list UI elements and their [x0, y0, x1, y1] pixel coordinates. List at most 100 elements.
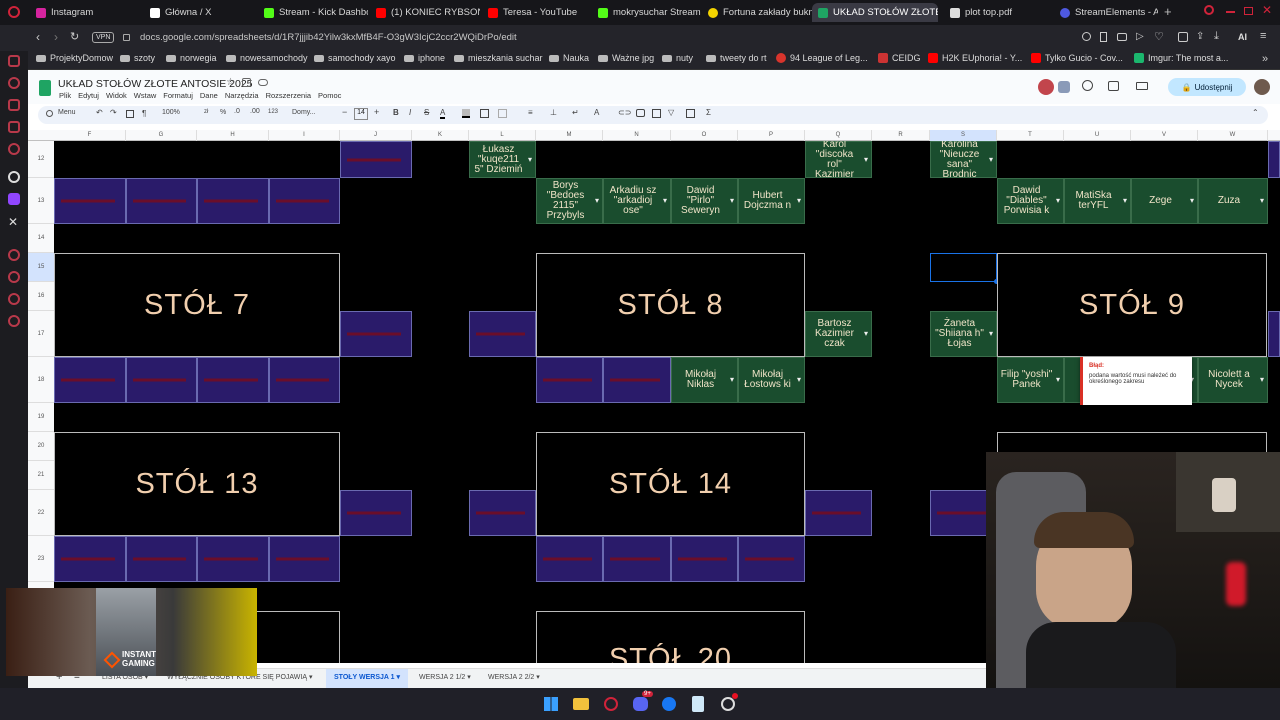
column-header[interactable]: L — [469, 130, 536, 141]
browser-tab[interactable]: Teresa - YouTube — [482, 3, 592, 22]
seat-cell[interactable] — [340, 311, 412, 357]
seat-cell[interactable] — [126, 536, 197, 582]
star-icon[interactable]: ☆ — [226, 77, 235, 88]
seat-cell[interactable] — [603, 357, 671, 403]
table-block[interactable]: STÓŁ 7 — [54, 253, 340, 357]
guest-dropdown[interactable]: Karol "discoka rol" Kazimier — [805, 141, 872, 179]
seat-cell[interactable] — [54, 536, 126, 582]
collapse-toolbar-icon[interactable]: ⌃ — [1252, 108, 1259, 117]
twitch-icon[interactable] — [8, 193, 20, 205]
row-header[interactable]: 23 — [28, 536, 54, 582]
font-size-increase[interactable]: + — [374, 107, 379, 117]
browser-tab[interactable]: Główna / X — [144, 3, 254, 22]
paint-format-icon[interactable]: ¶ — [142, 109, 146, 118]
bookmark-folder[interactable]: ProjektyDomow — [36, 53, 113, 63]
column-header[interactable]: I — [269, 130, 340, 141]
reload-icon[interactable]: ↻ — [70, 30, 79, 43]
bookmark-folder[interactable]: tweety do rt — [706, 53, 767, 63]
text-rotation-icon[interactable]: A — [594, 108, 599, 117]
guest-dropdown[interactable]: Karolina "Nieucze sana" Brodnic — [930, 141, 997, 179]
bookmark-link[interactable]: CEIDG — [878, 53, 921, 63]
heart-icon[interactable]: ♡ — [1154, 30, 1164, 43]
bookmarks-more-icon[interactable]: » — [1262, 53, 1268, 65]
column-header[interactable]: U — [1064, 130, 1131, 141]
currency-button[interactable]: zł — [204, 109, 208, 115]
bookmark-folder[interactable]: norwegia — [166, 53, 217, 63]
column-header[interactable]: W — [1198, 130, 1268, 141]
chatgpt-icon[interactable] — [8, 171, 20, 183]
row-header[interactable]: 13 — [28, 178, 54, 224]
seat-cell[interactable] — [671, 536, 738, 582]
seat-cell[interactable] — [469, 490, 536, 536]
bold-icon[interactable]: B — [393, 108, 399, 117]
search-tabs-icon[interactable] — [1204, 5, 1214, 15]
seat-cell[interactable] — [603, 536, 671, 582]
column-header[interactable]: M — [536, 130, 603, 141]
row-header[interactable]: 14 — [28, 224, 54, 253]
column-header[interactable]: V — [1131, 130, 1198, 141]
column-header[interactable]: P — [738, 130, 805, 141]
row-header[interactable]: 12 — [28, 141, 54, 178]
column-header[interactable]: N — [603, 130, 671, 141]
guest-dropdown[interactable]: Nicolett a Nycek — [1198, 357, 1268, 403]
seat-cell[interactable] — [269, 357, 340, 403]
seat-cell[interactable] — [1268, 311, 1280, 357]
bookmark-folder[interactable]: nowesamochody — [226, 53, 308, 63]
settings-icon[interactable] — [8, 315, 20, 327]
column-header[interactable]: Q — [805, 130, 872, 141]
table-block[interactable]: STÓŁ 9 — [997, 253, 1267, 357]
menu-help[interactable]: Pomoc — [318, 91, 341, 100]
bookmark-folder[interactable]: Nauka — [549, 53, 589, 63]
seat-cell[interactable] — [126, 357, 197, 403]
lightbulb-icon[interactable] — [8, 293, 20, 305]
column-header[interactable]: J — [340, 130, 412, 141]
guest-dropdown[interactable]: Borys "Bedoes 2115" Przybyls — [536, 178, 603, 224]
functions-icon[interactable]: Σ — [706, 108, 711, 117]
menu-edit[interactable]: Edytuj — [78, 91, 99, 100]
seat-cell[interactable] — [805, 490, 872, 536]
maximize-button[interactable] — [1244, 7, 1253, 15]
document-title[interactable]: UKŁAD STOŁÓW ZŁOTE ANTOSIE 2025 — [58, 78, 253, 90]
seat-cell[interactable] — [536, 536, 603, 582]
font-select[interactable]: Domy... — [292, 109, 316, 116]
account-avatar[interactable] — [1254, 79, 1270, 95]
pin-icon[interactable] — [1100, 32, 1107, 42]
browser-tab[interactable]: (1) KONIEC RYBSON A — [370, 3, 480, 22]
browser-tab[interactable]: plot top.pdf — [944, 3, 1054, 22]
column-header[interactable]: F — [54, 130, 126, 141]
table-block[interactable]: STÓŁ 14 — [536, 432, 805, 536]
menu-insert[interactable]: Wstaw — [134, 91, 157, 100]
undo-icon[interactable]: ↶ — [96, 108, 103, 117]
table-block[interactable]: STÓŁ 20 — [536, 611, 805, 663]
move-icon[interactable] — [242, 78, 251, 87]
bookmark-folder[interactable]: Ważne jpg — [598, 53, 654, 63]
borders-icon[interactable] — [480, 109, 489, 118]
seat-cell[interactable] — [54, 178, 126, 224]
search-menus-icon[interactable] — [46, 110, 53, 117]
seat-cell[interactable] — [1268, 141, 1280, 178]
filter-icon[interactable]: ▽ — [668, 108, 674, 117]
camera-icon[interactable] — [1117, 33, 1127, 41]
seat-cell[interactable] — [197, 536, 269, 582]
row-header[interactable]: 16 — [28, 282, 54, 311]
seat-cell[interactable] — [469, 311, 536, 357]
row-header[interactable]: 19 — [28, 403, 54, 432]
column-header[interactable]: T — [997, 130, 1064, 141]
minimize-button[interactable] — [1226, 11, 1235, 13]
guest-dropdown[interactable]: Filip "yoshi" Panek — [997, 357, 1064, 403]
text-color-icon[interactable]: A — [440, 108, 446, 119]
guest-dropdown[interactable]: Zuza — [1198, 178, 1268, 224]
link-icon[interactable]: ⊂⊃ — [618, 108, 631, 117]
collab-icon[interactable] — [1058, 81, 1070, 93]
obs-icon[interactable] — [721, 697, 735, 711]
seat-cell[interactable] — [738, 536, 805, 582]
browser-tab[interactable]: Fortuna zakłady bukm — [702, 3, 812, 22]
bookmark-link[interactable]: Imgur: The most a... — [1134, 53, 1228, 63]
browser-tab[interactable]: StreamElements - Acti — [1054, 3, 1158, 22]
bookmark-folder[interactable]: nuty — [662, 53, 693, 63]
menu-data[interactable]: Dane — [200, 91, 218, 100]
comment-add-icon[interactable] — [636, 109, 645, 117]
seat-cell[interactable] — [536, 357, 603, 403]
row-header[interactable]: 21 — [28, 461, 54, 490]
column-header[interactable]: H — [197, 130, 269, 141]
